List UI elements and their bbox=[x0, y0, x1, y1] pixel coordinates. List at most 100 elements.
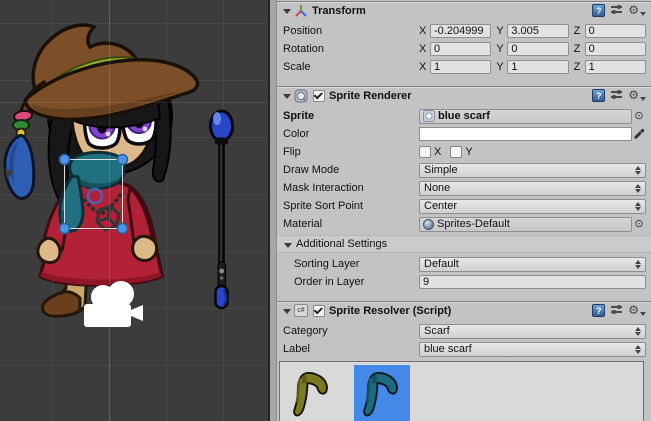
rotation-y-field[interactable]: 0 bbox=[507, 42, 568, 56]
axis-y-label: Y bbox=[496, 43, 504, 55]
category-dropdown[interactable]: Scarf bbox=[419, 324, 646, 339]
transform-header[interactable]: Transform bbox=[277, 1, 651, 19]
sprite-sort-point-value: Center bbox=[424, 200, 632, 212]
component-enabled-checkbox[interactable] bbox=[313, 90, 325, 102]
inspector-panel: Transform Position X -0.204999 Y 3.005 bbox=[277, 0, 651, 421]
transform-title: Transform bbox=[312, 5, 366, 17]
sprite-thumb-icon bbox=[423, 110, 435, 122]
dropdown-arrows-icon bbox=[635, 202, 641, 211]
sprite-sort-point-label: Sprite Sort Point bbox=[283, 200, 419, 212]
thumbnail-blue-scarf[interactable] bbox=[354, 365, 410, 421]
csharp-script-icon: c# bbox=[294, 304, 308, 317]
scene-view[interactable] bbox=[0, 0, 268, 421]
position-x-field[interactable]: -0.204999 bbox=[430, 24, 491, 38]
material-object-field[interactable]: Sprites-Default bbox=[419, 217, 632, 232]
thumbnail-green-scarf[interactable] bbox=[284, 365, 340, 421]
order-in-layer-field[interactable]: 9 bbox=[419, 275, 646, 289]
axis-x-label: X bbox=[419, 43, 427, 55]
sorting-layer-dropdown[interactable]: Default bbox=[419, 257, 646, 272]
presets-icon[interactable] bbox=[610, 3, 623, 19]
material-label: Material bbox=[283, 218, 419, 230]
object-picker-icon[interactable] bbox=[632, 109, 646, 123]
position-y-field[interactable]: 3.005 bbox=[507, 24, 568, 38]
draw-mode-row: Draw Mode Simple bbox=[277, 161, 651, 179]
axis-y-label: Y bbox=[496, 61, 504, 73]
order-in-layer-label: Order in Layer bbox=[283, 276, 419, 288]
feather bbox=[5, 135, 34, 198]
dropdown-arrows-icon bbox=[635, 184, 641, 193]
flip-x-label: X bbox=[434, 146, 441, 158]
foldout-arrow-icon[interactable] bbox=[284, 243, 292, 248]
flip-y-label: Y bbox=[465, 146, 472, 158]
staff-sprite[interactable] bbox=[211, 111, 233, 308]
transform-row-rotation: Rotation X 0 Y 0 Z 0 bbox=[277, 40, 651, 58]
rotation-x-field[interactable]: 0 bbox=[430, 42, 491, 56]
presets-icon[interactable] bbox=[610, 88, 623, 104]
material-row: Material Sprites-Default bbox=[277, 215, 651, 233]
order-in-layer-row: Order in Layer 9 bbox=[277, 273, 651, 291]
category-value: Scarf bbox=[424, 325, 632, 337]
mask-interaction-dropdown[interactable]: None bbox=[419, 181, 646, 196]
gear-icon[interactable] bbox=[628, 304, 646, 317]
category-row: Category Scarf bbox=[277, 322, 651, 340]
character-sprite[interactable] bbox=[5, 25, 198, 316]
foldout-arrow-icon[interactable] bbox=[283, 309, 291, 314]
unity-editor-window: Transform Position X -0.204999 Y 3.005 bbox=[0, 0, 651, 421]
scale-y-field[interactable]: 1 bbox=[507, 60, 568, 74]
sprite-value: blue scarf bbox=[438, 110, 490, 122]
foldout-arrow-icon[interactable] bbox=[283, 94, 291, 99]
flip-x-checkbox[interactable] bbox=[419, 146, 431, 158]
foldout-arrow-icon[interactable] bbox=[283, 9, 291, 14]
axis-x-label: X bbox=[419, 61, 427, 73]
color-swatch[interactable] bbox=[419, 127, 632, 141]
eyedropper-icon[interactable] bbox=[632, 128, 646, 141]
dropdown-arrows-icon bbox=[635, 260, 641, 269]
object-picker-icon[interactable] bbox=[632, 217, 646, 231]
rotation-label: Rotation bbox=[283, 43, 419, 55]
draw-mode-label: Draw Mode bbox=[283, 164, 419, 176]
mask-interaction-label: Mask Interaction bbox=[283, 182, 419, 194]
sprite-sort-point-row: Sprite Sort Point Center bbox=[277, 197, 651, 215]
flip-label: Flip bbox=[283, 146, 419, 158]
material-sphere-icon bbox=[423, 219, 434, 230]
sorting-layer-label: Sorting Layer bbox=[283, 258, 419, 270]
additional-settings-foldout[interactable]: Additional Settings bbox=[277, 235, 651, 253]
presets-icon[interactable] bbox=[610, 303, 623, 319]
sprite-renderer-icon bbox=[294, 89, 308, 103]
help-icon[interactable] bbox=[592, 89, 605, 102]
color-label: Color bbox=[283, 128, 419, 140]
rotation-z-field[interactable]: 0 bbox=[585, 42, 646, 56]
gear-icon[interactable] bbox=[628, 4, 646, 17]
label-dropdown[interactable]: blue scarf bbox=[419, 342, 646, 357]
help-icon[interactable] bbox=[592, 4, 605, 17]
sprite-field-row: Sprite blue scarf bbox=[277, 107, 651, 125]
position-label: Position bbox=[283, 25, 419, 37]
camera-gizmo[interactable] bbox=[84, 281, 143, 327]
sprite-resolver-title: Sprite Resolver (Script) bbox=[329, 305, 451, 317]
sprite-renderer-header[interactable]: Sprite Renderer bbox=[277, 86, 651, 104]
axis-x-label: X bbox=[419, 25, 427, 37]
gear-icon[interactable] bbox=[628, 89, 646, 102]
position-z-field[interactable]: 0 bbox=[585, 24, 646, 38]
draw-mode-value: Simple bbox=[424, 164, 632, 176]
help-icon[interactable] bbox=[592, 304, 605, 317]
sprite-renderer-title: Sprite Renderer bbox=[329, 90, 412, 102]
scale-z-field[interactable]: 1 bbox=[585, 60, 646, 74]
component-enabled-checkbox[interactable] bbox=[313, 305, 325, 317]
label-label: Label bbox=[283, 343, 419, 355]
transform-row-scale: Scale X 1 Y 1 Z 1 bbox=[277, 58, 651, 76]
sprite-object-field[interactable]: blue scarf bbox=[419, 109, 632, 124]
transform-row-position: Position X -0.204999 Y 3.005 Z 0 bbox=[277, 22, 651, 40]
hat-beads bbox=[13, 110, 33, 138]
sprite-resolver-header[interactable]: c# Sprite Resolver (Script) bbox=[277, 301, 651, 319]
category-label: Category bbox=[283, 325, 419, 337]
flip-y-checkbox[interactable] bbox=[450, 146, 462, 158]
axis-z-label: Z bbox=[574, 25, 582, 37]
axis-z-label: Z bbox=[574, 43, 582, 55]
transform-icon bbox=[294, 4, 308, 18]
panel-divider[interactable] bbox=[268, 0, 277, 421]
label-value: blue scarf bbox=[424, 343, 632, 355]
sprite-sort-point-dropdown[interactable]: Center bbox=[419, 199, 646, 214]
scale-x-field[interactable]: 1 bbox=[430, 60, 491, 74]
draw-mode-dropdown[interactable]: Simple bbox=[419, 163, 646, 178]
